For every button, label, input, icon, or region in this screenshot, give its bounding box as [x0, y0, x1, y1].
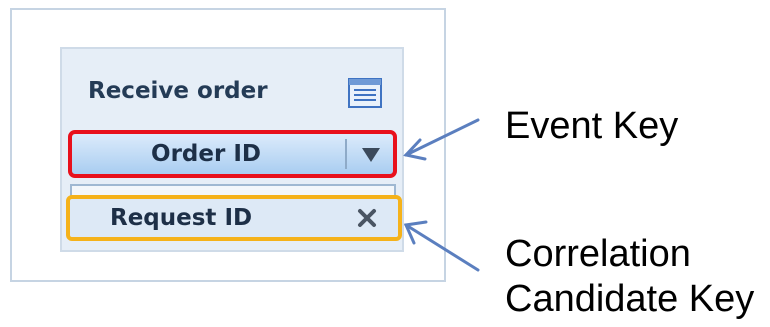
- candidate-key-callout-line1: Correlation: [505, 233, 691, 275]
- event-key-callout: Event Key: [505, 105, 679, 147]
- candidate-key-callout-line2: Candidate Key: [505, 278, 755, 320]
- event-key-arrow: [403, 118, 480, 161]
- candidate-key-arrow: [403, 220, 480, 272]
